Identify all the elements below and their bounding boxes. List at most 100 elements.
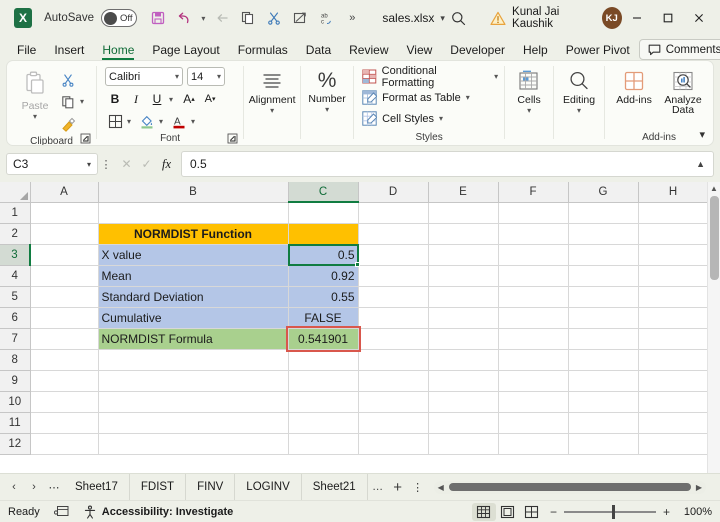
cut-icon[interactable]: [262, 6, 286, 30]
editing-button[interactable]: Editing ▾: [560, 67, 598, 115]
cell-G8[interactable]: [568, 349, 638, 370]
scroll-right-icon[interactable]: ▶: [696, 483, 702, 492]
cell-H1[interactable]: [638, 202, 708, 223]
cell-H5[interactable]: [638, 286, 708, 307]
cell-G1[interactable]: [568, 202, 638, 223]
tab-insert[interactable]: Insert: [45, 41, 93, 60]
editing-caret-icon[interactable]: ▾: [577, 107, 581, 115]
maximize-button[interactable]: [652, 3, 683, 33]
cell-G3[interactable]: [568, 244, 638, 265]
font-size-combo[interactable]: 14 ▾: [187, 67, 225, 86]
cell-E10[interactable]: [428, 391, 498, 412]
cell-C1[interactable]: [288, 202, 358, 223]
cell-C6[interactable]: FALSE: [288, 307, 358, 328]
cell-G2[interactable]: [568, 223, 638, 244]
fill-color-caret-icon[interactable]: ▾: [159, 117, 163, 126]
page-break-view-button[interactable]: [520, 503, 544, 521]
column-header-d[interactable]: D: [358, 182, 428, 202]
font-name-combo[interactable]: Calibri ▾: [105, 67, 183, 86]
cell-G4[interactable]: [568, 265, 638, 286]
zoom-slider[interactable]: − +: [550, 505, 670, 519]
enter-icon[interactable]: ✓: [138, 155, 155, 173]
font-name-caret-icon[interactable]: ▾: [175, 72, 179, 81]
format-as-table-button[interactable]: Format as Table ▾: [362, 88, 470, 107]
italic-button[interactable]: I: [126, 89, 146, 109]
cell-A11[interactable]: [30, 412, 98, 433]
column-header-e[interactable]: E: [428, 182, 498, 202]
column-header-g[interactable]: G: [568, 182, 638, 202]
tab-developer[interactable]: Developer: [441, 41, 514, 60]
cell-C9[interactable]: [288, 370, 358, 391]
cell-D7[interactable]: [358, 328, 428, 349]
cell-F7[interactable]: [498, 328, 568, 349]
cell-C7[interactable]: 0.541901: [288, 328, 358, 349]
tab-view[interactable]: View: [398, 41, 442, 60]
cell-H9[interactable]: [638, 370, 708, 391]
normal-view-button[interactable]: [472, 503, 496, 521]
vertical-scrollbar[interactable]: ▲: [707, 182, 720, 473]
cell-E1[interactable]: [428, 202, 498, 223]
cell-G10[interactable]: [568, 391, 638, 412]
cell-D6[interactable]: [358, 307, 428, 328]
cell-A6[interactable]: [30, 307, 98, 328]
accessibility-button[interactable]: Accessibility: Investigate: [83, 505, 233, 519]
save-icon[interactable]: [146, 6, 170, 30]
cell-F3[interactable]: [498, 244, 568, 265]
chevron-right-icon[interactable]: ›: [24, 477, 44, 497]
insert-function-icon[interactable]: fx: [158, 155, 175, 173]
cell-A1[interactable]: [30, 202, 98, 223]
cell-A12[interactable]: [30, 433, 98, 454]
row-header-12[interactable]: 12: [0, 433, 30, 454]
undo-icon[interactable]: [172, 6, 196, 30]
format-painter-icon[interactable]: [288, 6, 312, 30]
horizontal-scroll-thumb[interactable]: [449, 483, 691, 491]
row-header-8[interactable]: 8: [0, 349, 30, 370]
cell-F12[interactable]: [498, 433, 568, 454]
cell-B2[interactable]: NORMDIST Function: [98, 223, 288, 244]
spreadsheet-grid[interactable]: A B C D E F G H 1 2: [0, 182, 720, 473]
cell-B3[interactable]: X value: [98, 244, 288, 265]
cell-B12[interactable]: [98, 433, 288, 454]
user-name-label[interactable]: Kunal Jai Kaushik: [512, 6, 595, 30]
cell-E11[interactable]: [428, 412, 498, 433]
cell-C3[interactable]: 0.5: [288, 244, 358, 265]
zoom-level-label[interactable]: 100%: [676, 506, 712, 518]
formula-bar-expand-icon[interactable]: ▲: [696, 159, 705, 169]
cell-H10[interactable]: [638, 391, 708, 412]
row-header-4[interactable]: 4: [0, 265, 30, 286]
comments-button[interactable]: Comments: [639, 39, 720, 60]
cell-F11[interactable]: [498, 412, 568, 433]
autosave-toggle[interactable]: Off: [101, 9, 137, 27]
font-color-button[interactable]: A: [169, 111, 189, 131]
alignment-caret-icon[interactable]: ▾: [270, 107, 274, 115]
spelling-icon[interactable]: abc: [314, 6, 338, 30]
more-commands-icon[interactable]: »: [340, 6, 364, 30]
zoom-out-button[interactable]: −: [550, 505, 557, 519]
cell-F2[interactable]: [498, 223, 568, 244]
zoom-track[interactable]: [564, 511, 656, 513]
cell-G5[interactable]: [568, 286, 638, 307]
cell-F9[interactable]: [498, 370, 568, 391]
cell-E4[interactable]: [428, 265, 498, 286]
cell-A2[interactable]: [30, 223, 98, 244]
cell-B1[interactable]: [98, 202, 288, 223]
search-icon[interactable]: [445, 3, 472, 33]
sheet-tab-fdist[interactable]: FDIST: [130, 474, 186, 500]
cell-B5[interactable]: Standard Deviation: [98, 286, 288, 307]
cell-C4[interactable]: 0.92: [288, 265, 358, 286]
cell-H4[interactable]: [638, 265, 708, 286]
cell-C2[interactable]: [288, 223, 358, 244]
cell-C10[interactable]: [288, 391, 358, 412]
cell-styles-caret-icon[interactable]: ▾: [439, 114, 443, 123]
column-header-h[interactable]: H: [638, 182, 708, 202]
cell-G6[interactable]: [568, 307, 638, 328]
cell-A3[interactable]: [30, 244, 98, 265]
paste-caret-icon[interactable]: ▾: [33, 113, 37, 121]
column-header-a[interactable]: A: [30, 182, 98, 202]
sheet-options-icon[interactable]: ⋮: [408, 477, 428, 497]
cell-G7[interactable]: [568, 328, 638, 349]
ribbon-collapse-button[interactable]: ▾: [699, 128, 705, 141]
name-box-caret-icon[interactable]: ▾: [87, 160, 91, 169]
borders-caret-icon[interactable]: ▾: [127, 117, 131, 126]
cell-H12[interactable]: [638, 433, 708, 454]
